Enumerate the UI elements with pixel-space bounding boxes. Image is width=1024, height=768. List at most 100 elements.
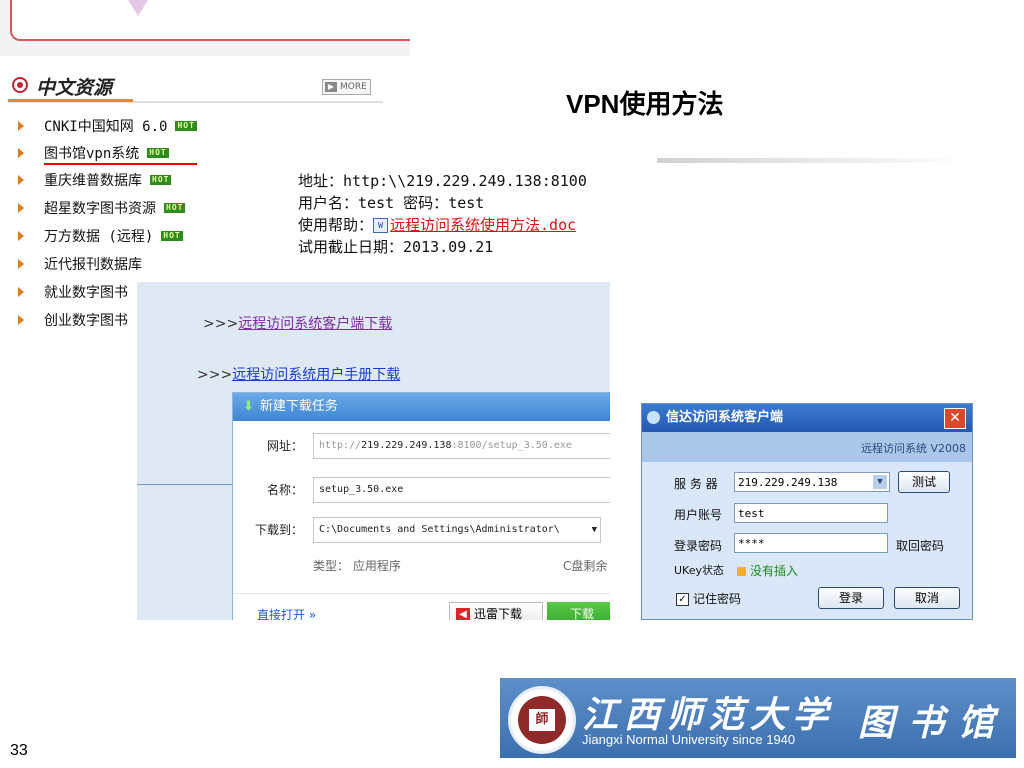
arrow-right-icon: ▶ bbox=[325, 81, 337, 92]
download-arrow-icon: ⬇ bbox=[243, 399, 254, 414]
download-button[interactable]: 下载 bbox=[547, 602, 610, 620]
expiry-value: 2013.09.21 bbox=[403, 238, 494, 256]
user-value: test bbox=[358, 194, 395, 212]
save-path-value: C:\Documents and Settings\Administrator\ bbox=[319, 524, 560, 535]
xunlei-icon: ◀ bbox=[456, 607, 470, 620]
client-title: 信达访问系统客户端 bbox=[666, 410, 784, 425]
lock-icon bbox=[737, 567, 746, 576]
ukey-value: 没有插入 bbox=[750, 564, 799, 578]
word-document-icon: W bbox=[373, 218, 389, 233]
account-label: 用户账号 bbox=[674, 508, 723, 522]
fragment-frame bbox=[10, 0, 410, 41]
resources-header: 中文资源 ▶ MORE bbox=[8, 73, 383, 103]
resource-label: 图书馆vpn系统 bbox=[44, 146, 140, 162]
more-button[interactable]: ▶ MORE bbox=[322, 79, 371, 95]
xunlei-download-button[interactable]: ◀ 迅雷下载 bbox=[449, 602, 543, 620]
expiry-line: 试用截止日期：2013.09.21 bbox=[298, 236, 493, 257]
resource-item-cnki[interactable]: CNKI中国知网 6.0 HOT bbox=[18, 116, 197, 140]
page-number: 33 bbox=[10, 742, 28, 759]
triangle-bullet-icon bbox=[18, 259, 24, 269]
more-label: MORE bbox=[340, 82, 367, 92]
help-label: 使用帮助： bbox=[298, 216, 374, 234]
new-download-task-dialog: ⬇ 新建下载任务 网址： http://219.229.249.138:8100/… bbox=[232, 392, 610, 620]
url-prefix: http:// bbox=[319, 440, 362, 451]
university-name-en: Jiangxi Normal University since 1940 bbox=[582, 732, 796, 747]
resource-item-startup[interactable]: 创业数字图书 bbox=[18, 310, 128, 334]
resource-item-newspapers[interactable]: 近代报刊数据库 bbox=[18, 254, 142, 278]
triangle-bullet-icon bbox=[18, 121, 24, 131]
client-titlebar: 信达访问系统客户端 ✕ bbox=[642, 404, 972, 432]
retrieve-password-link[interactable]: 取回密码 bbox=[896, 537, 944, 554]
checkbox-checked-icon: ✓ bbox=[676, 593, 689, 606]
server-select[interactable]: 219.229.249.138 ▼ bbox=[734, 472, 890, 492]
client-subtitle: 远程访问系统 V2008 bbox=[860, 442, 966, 455]
heading-underline bbox=[8, 99, 133, 102]
resources-heading: 中文资源 bbox=[36, 77, 113, 99]
name-field[interactable]: setup_3.50.exe bbox=[313, 477, 610, 503]
name-label: 名称： bbox=[266, 483, 303, 497]
download-screenshot: >>>远程访问系统客户端下载 >>>远程访问系统用户手册下载 ⬇ 新建下载任务 网… bbox=[137, 282, 610, 620]
hot-badge: HOT bbox=[164, 203, 186, 213]
cancel-button[interactable]: 取消 bbox=[894, 587, 960, 609]
hot-badge: HOT bbox=[175, 121, 197, 131]
password-input[interactable]: **** bbox=[734, 533, 888, 553]
vpn-client-dialog: 信达访问系统客户端 ✕ 远程访问系统 V2008 服 务 器 219.229.24… bbox=[641, 403, 973, 620]
resource-item-employment[interactable]: 就业数字图书 bbox=[18, 282, 128, 306]
login-button[interactable]: 登录 bbox=[818, 587, 884, 609]
url-field[interactable]: http://219.229.249.138:8100/setup_3.50.e… bbox=[313, 433, 610, 459]
top-screenshot-fragment bbox=[0, 0, 410, 56]
chevron-down-icon: ▼ bbox=[591, 525, 597, 535]
expiry-label: 试用截止日期： bbox=[298, 238, 404, 256]
ukey-status: 没有插入 bbox=[737, 562, 798, 579]
open-directly-label: 直接打开 bbox=[257, 608, 306, 620]
client-banner: 远程访问系统 V2008 bbox=[642, 432, 972, 462]
divider bbox=[137, 484, 237, 485]
slide-title: VPN使用方法 bbox=[566, 89, 724, 119]
dialog-titlebar: ⬇ 新建下载任务 bbox=[233, 393, 610, 421]
url-host: 219.229.249.138 bbox=[361, 440, 452, 451]
resource-item-chaoxing[interactable]: 超星数字图书资源 HOT bbox=[18, 198, 186, 222]
vpn-highlight-underline bbox=[44, 163, 197, 165]
hot-badge: HOT bbox=[147, 148, 169, 158]
xunlei-label: 迅雷下载 bbox=[474, 607, 523, 620]
server-value: 219.229.249.138 bbox=[738, 476, 838, 489]
fragment-triangle bbox=[128, 0, 148, 16]
triangle-bullet-icon bbox=[18, 287, 24, 297]
resource-label: CNKI中国知网 6.0 bbox=[44, 119, 168, 135]
dialog-footer: 直接打开 » ◀ 迅雷下载 下载 bbox=[233, 593, 610, 620]
save-path-select[interactable]: C:\Documents and Settings\Administrator\… bbox=[313, 517, 601, 543]
seal-mark: 師 bbox=[529, 709, 555, 731]
client-download-link[interactable]: 远程访问系统客户端下载 bbox=[238, 316, 392, 332]
remember-password-checkbox[interactable]: ✓ 记住密码 bbox=[676, 590, 741, 607]
help-doc-link[interactable]: 远程访问系统使用方法.doc bbox=[390, 216, 576, 234]
triangle-bullet-icon bbox=[18, 315, 24, 325]
client-download-line: >>>远程访问系统客户端下载 bbox=[203, 313, 392, 333]
resource-label: 超星数字图书资源 bbox=[44, 201, 156, 217]
address-line: 地址：http:\\219.229.249.138:8100 bbox=[298, 170, 587, 191]
university-library-banner: 師 江西师范大学 Jiangxi Normal University since… bbox=[500, 678, 1016, 758]
password-value: test bbox=[448, 194, 485, 212]
triangle-bullet-icon bbox=[18, 231, 24, 241]
resource-item-wanfang[interactable]: 万方数据 (远程) HOT bbox=[18, 226, 183, 250]
close-button[interactable]: ✕ bbox=[944, 408, 966, 429]
address-value: http:\\219.229.249.138:8100 bbox=[343, 172, 587, 190]
open-directly-link[interactable]: 直接打开 » bbox=[257, 606, 316, 620]
manual-download-link[interactable]: 远程访问系统用户手册下载 bbox=[232, 367, 400, 383]
globe-icon bbox=[647, 411, 660, 424]
link-prefix: >>> bbox=[203, 316, 239, 332]
hot-badge: HOT bbox=[150, 175, 172, 185]
ukey-label: UKey状态 bbox=[674, 564, 724, 577]
library-name-cn: 图书馆 bbox=[858, 702, 1009, 744]
resource-item-weipu[interactable]: 重庆维普数据库 HOT bbox=[18, 170, 172, 194]
type-value: 应用程序 bbox=[352, 559, 401, 573]
test-button[interactable]: 测试 bbox=[898, 471, 950, 493]
address-label: 地址： bbox=[298, 172, 344, 190]
chevron-down-icon: ▼ bbox=[873, 475, 887, 489]
resource-label: 万方数据 (远程) bbox=[44, 229, 154, 245]
server-label: 服 务 器 bbox=[674, 477, 718, 491]
triangle-bullet-icon bbox=[18, 148, 24, 158]
remember-label: 记住密码 bbox=[693, 592, 742, 606]
account-input[interactable]: test bbox=[734, 503, 888, 523]
link-prefix: >>> bbox=[197, 367, 233, 383]
file-type: 类型： 应用程序 bbox=[313, 557, 401, 574]
